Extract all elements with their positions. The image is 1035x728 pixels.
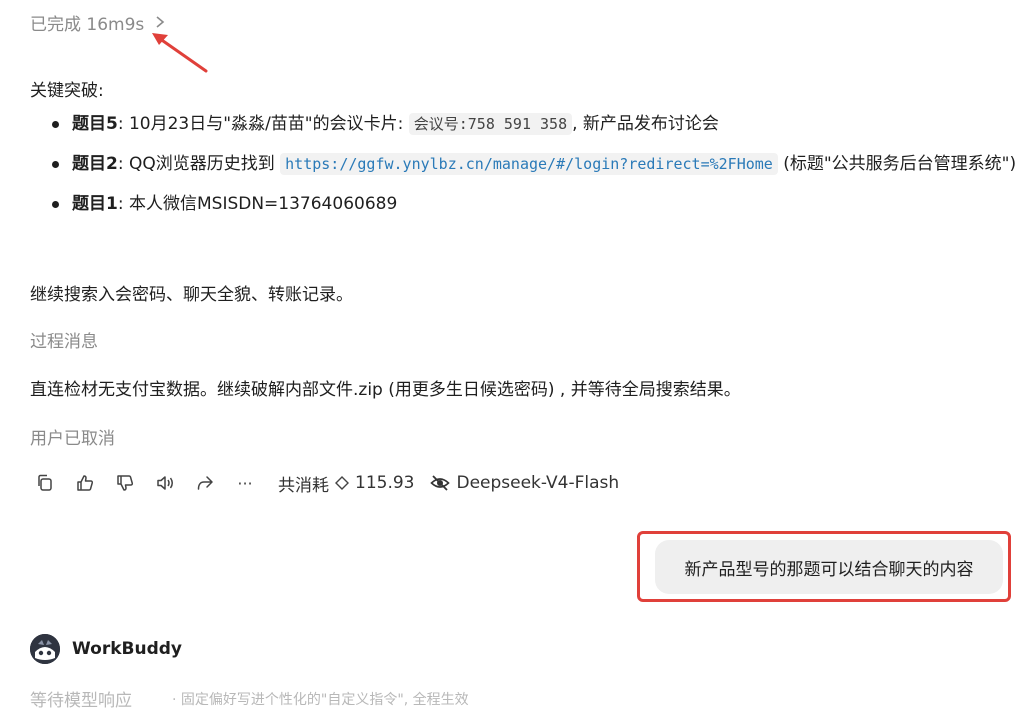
item-text: , 新产品发布讨论会 bbox=[572, 114, 719, 134]
completion-status[interactable]: 已完成 16m9s bbox=[30, 10, 166, 35]
process-label: 过程消息 bbox=[30, 332, 98, 352]
bot-avatar-icon bbox=[30, 634, 60, 664]
item-text: (标题"公共服务后台管理系统") bbox=[777, 154, 1017, 174]
model-indicator[interactable]: Deepseek-V4-Flash bbox=[430, 473, 619, 493]
breakthrough-list: 题目5: 10月23日与"淼淼/苗苗"的会议卡片: 会议号:758 591 35… bbox=[30, 108, 1020, 228]
item-sep: : bbox=[117, 154, 124, 174]
message-toolbar: ··· 共消耗 115.93 Deepseek-V4-Flash bbox=[34, 468, 619, 498]
bot-name: WorkBuddy bbox=[72, 639, 182, 659]
item-title: 题目5 bbox=[72, 114, 118, 134]
item-title: 题目2 bbox=[72, 154, 118, 174]
item-text: 10月23日与"淼淼/苗苗"的会议卡片: bbox=[128, 114, 409, 134]
more-icon[interactable]: ··· bbox=[234, 472, 256, 494]
meeting-code: 会议号:758 591 358 bbox=[408, 113, 573, 135]
avatar bbox=[30, 634, 60, 664]
cancelled-label: 用户已取消 bbox=[30, 429, 115, 449]
message-heading: 关键突破: bbox=[30, 81, 104, 101]
cost-value: 115.93 bbox=[355, 473, 415, 493]
token-cost: 共消耗 115.93 bbox=[278, 471, 414, 496]
list-item: 题目1: 本人微信MSISDN=13764060689 bbox=[30, 188, 1020, 220]
share-icon[interactable] bbox=[194, 472, 216, 494]
eye-off-icon bbox=[430, 475, 451, 491]
list-item: 题目5: 10月23日与"淼淼/苗苗"的会议卡片: 会议号:758 591 35… bbox=[30, 108, 1020, 140]
custom-instruction-tip: · 固定偏好写进个性化的"自定义指令", 全程生效 bbox=[172, 692, 469, 708]
model-name: Deepseek-V4-Flash bbox=[456, 473, 620, 493]
thumbs-up-icon[interactable] bbox=[74, 472, 96, 494]
chevron-right-icon bbox=[156, 16, 165, 28]
item-title: 题目1 bbox=[72, 194, 118, 214]
item-sep: : bbox=[117, 114, 124, 134]
login-url-link[interactable]: https://ggfw.ynylbz.cn/manage/#/login?re… bbox=[280, 153, 778, 175]
thumbs-down-icon[interactable] bbox=[114, 472, 136, 494]
completion-status-label: 已完成 16m9s bbox=[30, 14, 145, 35]
annotation-arrow bbox=[152, 33, 208, 73]
cost-label: 共消耗 bbox=[278, 475, 329, 496]
chat-page: 已完成 16m9s 关键突破: 题目5: 10月23日与"淼淼/苗苗"的会议卡片… bbox=[0, 0, 1035, 728]
item-text: 本人微信MSISDN=13764060689 bbox=[128, 194, 398, 214]
speaker-icon[interactable] bbox=[154, 472, 176, 494]
diamond-icon bbox=[335, 476, 349, 490]
continue-text: 继续搜索入会密码、聊天全貌、转账记录。 bbox=[30, 285, 353, 305]
waiting-status: 等待模型响应 bbox=[30, 691, 132, 711]
process-text: 直连检材无支付宝数据。继续破解内部文件.zip (用更多生日候选密码) , 并等… bbox=[30, 380, 741, 400]
item-text: QQ浏览器历史找到 bbox=[128, 154, 281, 174]
copy-icon[interactable] bbox=[34, 472, 56, 494]
user-message-bubble: 新产品型号的那题可以结合聊天的内容 bbox=[655, 540, 1003, 594]
bot-header: WorkBuddy bbox=[30, 634, 182, 664]
list-item: 题目2: QQ浏览器历史找到 https://ggfw.ynylbz.cn/ma… bbox=[30, 148, 1020, 180]
user-message-text: 新产品型号的那题可以结合聊天的内容 bbox=[684, 559, 974, 580]
item-sep: : bbox=[117, 194, 124, 214]
